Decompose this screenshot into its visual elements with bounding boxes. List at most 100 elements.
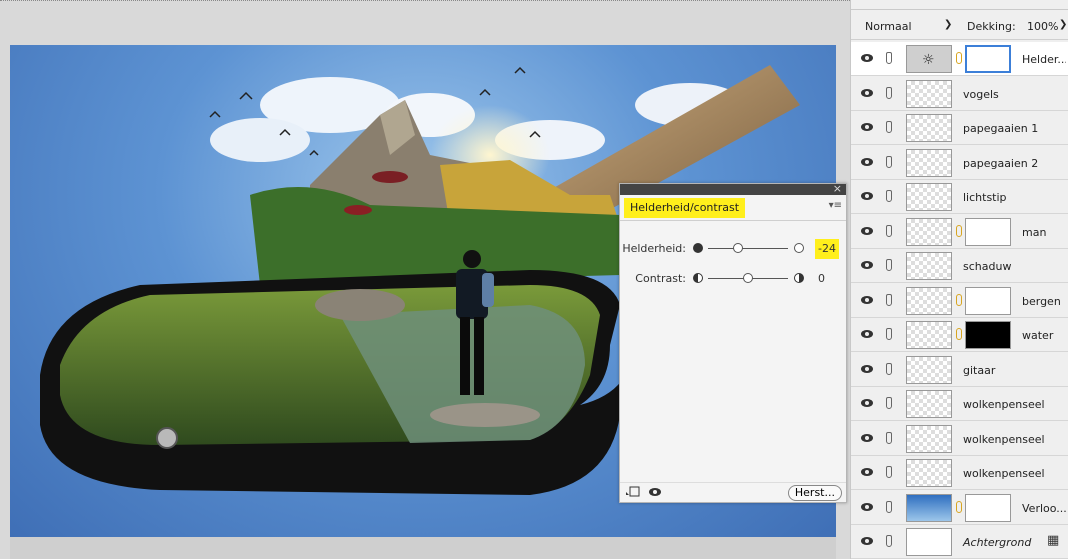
layer-thumbnail[interactable]: [906, 459, 952, 487]
layer-name[interactable]: bergen: [1022, 295, 1066, 308]
layer-thumbnail[interactable]: [906, 286, 952, 315]
layer-row[interactable]: vogels: [851, 77, 1068, 111]
eye-icon[interactable]: [861, 261, 873, 269]
eye-icon[interactable]: [861, 364, 873, 373]
layer-name[interactable]: schaduw: [963, 260, 1011, 273]
layer-row[interactable]: papegaaien 2: [851, 146, 1068, 180]
layer-mask-thumbnail[interactable]: [965, 217, 1011, 246]
layer-thumbnail[interactable]: [906, 390, 952, 418]
contrast-slider-handle[interactable]: [743, 273, 753, 283]
link-icon[interactable]: [956, 224, 962, 237]
eye-icon[interactable]: [861, 330, 873, 338]
eye-icon[interactable]: [861, 54, 873, 62]
layer-row[interactable]: water: [851, 318, 1068, 352]
layer-name[interactable]: Verloo...: [1022, 502, 1066, 515]
brush-icon: [886, 500, 892, 513]
brush-icon: [886, 121, 892, 133]
layer-thumbnail[interactable]: [906, 321, 952, 349]
clip-to-layer-icon[interactable]: [625, 486, 641, 498]
layer-row[interactable]: bergen: [851, 284, 1068, 318]
layer-mask-thumbnail[interactable]: [965, 45, 1011, 73]
layer-row[interactable]: Verloo...: [851, 491, 1068, 525]
contrast-value[interactable]: 0: [815, 269, 828, 289]
layer-name[interactable]: wolkenpenseel: [963, 433, 1045, 446]
reset-button[interactable]: Herst...: [787, 485, 842, 501]
layer-thumbnail[interactable]: [906, 79, 952, 108]
opacity-label: Dekking:: [967, 20, 1016, 33]
panel-menu-icon[interactable]: ▾≡: [829, 200, 842, 211]
eye-icon[interactable]: [861, 295, 873, 304]
visibility-eye-icon[interactable]: [648, 486, 662, 498]
brightness-value[interactable]: -24: [815, 239, 839, 259]
panel-footer: Herst...: [620, 482, 846, 502]
layer-thumbnail[interactable]: ☼: [906, 45, 952, 73]
layer-name[interactable]: papegaaien 1: [963, 122, 1038, 135]
opacity-input[interactable]: 100%: [1027, 20, 1058, 33]
layer-thumbnail[interactable]: [906, 217, 952, 246]
layer-name[interactable]: man: [1022, 226, 1066, 239]
brush-icon: [886, 259, 892, 271]
properties-panel[interactable]: × Helderheid/contrast ▾≡ Helderheid: -24…: [619, 182, 847, 503]
layer-row[interactable]: schaduw: [851, 249, 1068, 283]
eye-icon[interactable]: [861, 468, 873, 476]
layer-thumbnail[interactable]: [906, 355, 952, 384]
eye-icon[interactable]: [861, 502, 873, 511]
eye-icon[interactable]: [861, 192, 873, 200]
panel-title: Helderheid/contrast: [624, 198, 746, 218]
layer-name[interactable]: gitaar: [963, 364, 995, 377]
layer-name[interactable]: lichtstip: [963, 191, 1007, 204]
eye-icon[interactable]: [861, 88, 873, 97]
layers-panel: Normaal ❯ Dekking: 100% ❯ ☼ Helder... voge…: [850, 0, 1068, 559]
layer-thumbnail[interactable]: [906, 528, 952, 556]
layer-thumbnail[interactable]: [906, 252, 952, 280]
layer-thumbnail[interactable]: [906, 424, 952, 453]
layer-row[interactable]: ☼ Helder...: [851, 42, 1068, 76]
close-icon[interactable]: ×: [833, 182, 842, 195]
layer-name[interactable]: vogels: [963, 88, 999, 101]
link-icon[interactable]: [956, 500, 962, 513]
brightness-slider[interactable]: [708, 243, 788, 253]
layer-row[interactable]: wolkenpenseel: [851, 456, 1068, 490]
layer-thumbnail[interactable]: [906, 183, 952, 211]
layer-row[interactable]: lichtstip: [851, 180, 1068, 214]
layer-name[interactable]: wolkenpenseel: [963, 398, 1045, 411]
chevron-down-icon[interactable]: ❯: [944, 19, 952, 30]
chevron-down-icon[interactable]: ❯: [1059, 19, 1067, 30]
layer-name[interactable]: Achtergrond: [963, 536, 1031, 549]
layer-row[interactable]: papegaaien 1: [851, 111, 1068, 145]
layer-row[interactable]: gitaar: [851, 353, 1068, 387]
layer-name[interactable]: Helder...: [1022, 53, 1066, 66]
eye-icon[interactable]: [861, 123, 873, 131]
layer-thumbnail[interactable]: [906, 493, 952, 522]
layer-row[interactable]: man: [851, 215, 1068, 249]
link-icon[interactable]: [956, 293, 962, 306]
contrast-high-icon: [794, 273, 804, 283]
layer-mask-thumbnail[interactable]: [965, 286, 1011, 315]
eye-icon[interactable]: [861, 157, 873, 166]
contrast-slider[interactable]: [708, 273, 788, 283]
guitar-knob: [156, 427, 178, 449]
lock-icon[interactable]: ▦: [1047, 534, 1061, 548]
blend-mode-select[interactable]: Normaal: [865, 20, 912, 33]
eye-icon[interactable]: [861, 226, 873, 235]
eye-icon[interactable]: [861, 399, 873, 407]
layer-row[interactable]: Achtergrond ▦: [851, 525, 1068, 559]
blend-row: Normaal ❯ Dekking: 100% ❯: [851, 12, 1068, 40]
layer-mask-thumbnail[interactable]: [965, 493, 1011, 522]
layer-thumbnail[interactable]: [906, 148, 952, 177]
layer-name[interactable]: papegaaien 2: [963, 157, 1038, 170]
layer-row[interactable]: wolkenpenseel: [851, 422, 1068, 456]
layer-row[interactable]: wolkenpenseel: [851, 387, 1068, 421]
layer-thumbnail[interactable]: [906, 114, 952, 142]
link-icon[interactable]: [956, 328, 962, 340]
layer-mask-thumbnail[interactable]: [965, 321, 1011, 349]
link-icon[interactable]: [956, 52, 962, 64]
eye-icon[interactable]: [861, 433, 873, 442]
brightness-slider-handle[interactable]: [733, 243, 744, 253]
panel-header-bar[interactable]: ×: [620, 182, 846, 195]
eye-icon[interactable]: [861, 537, 873, 545]
parrot: [372, 171, 408, 183]
brightness-light-icon: [794, 243, 804, 253]
layer-name[interactable]: water: [1022, 329, 1066, 342]
layer-name[interactable]: wolkenpenseel: [963, 467, 1045, 480]
